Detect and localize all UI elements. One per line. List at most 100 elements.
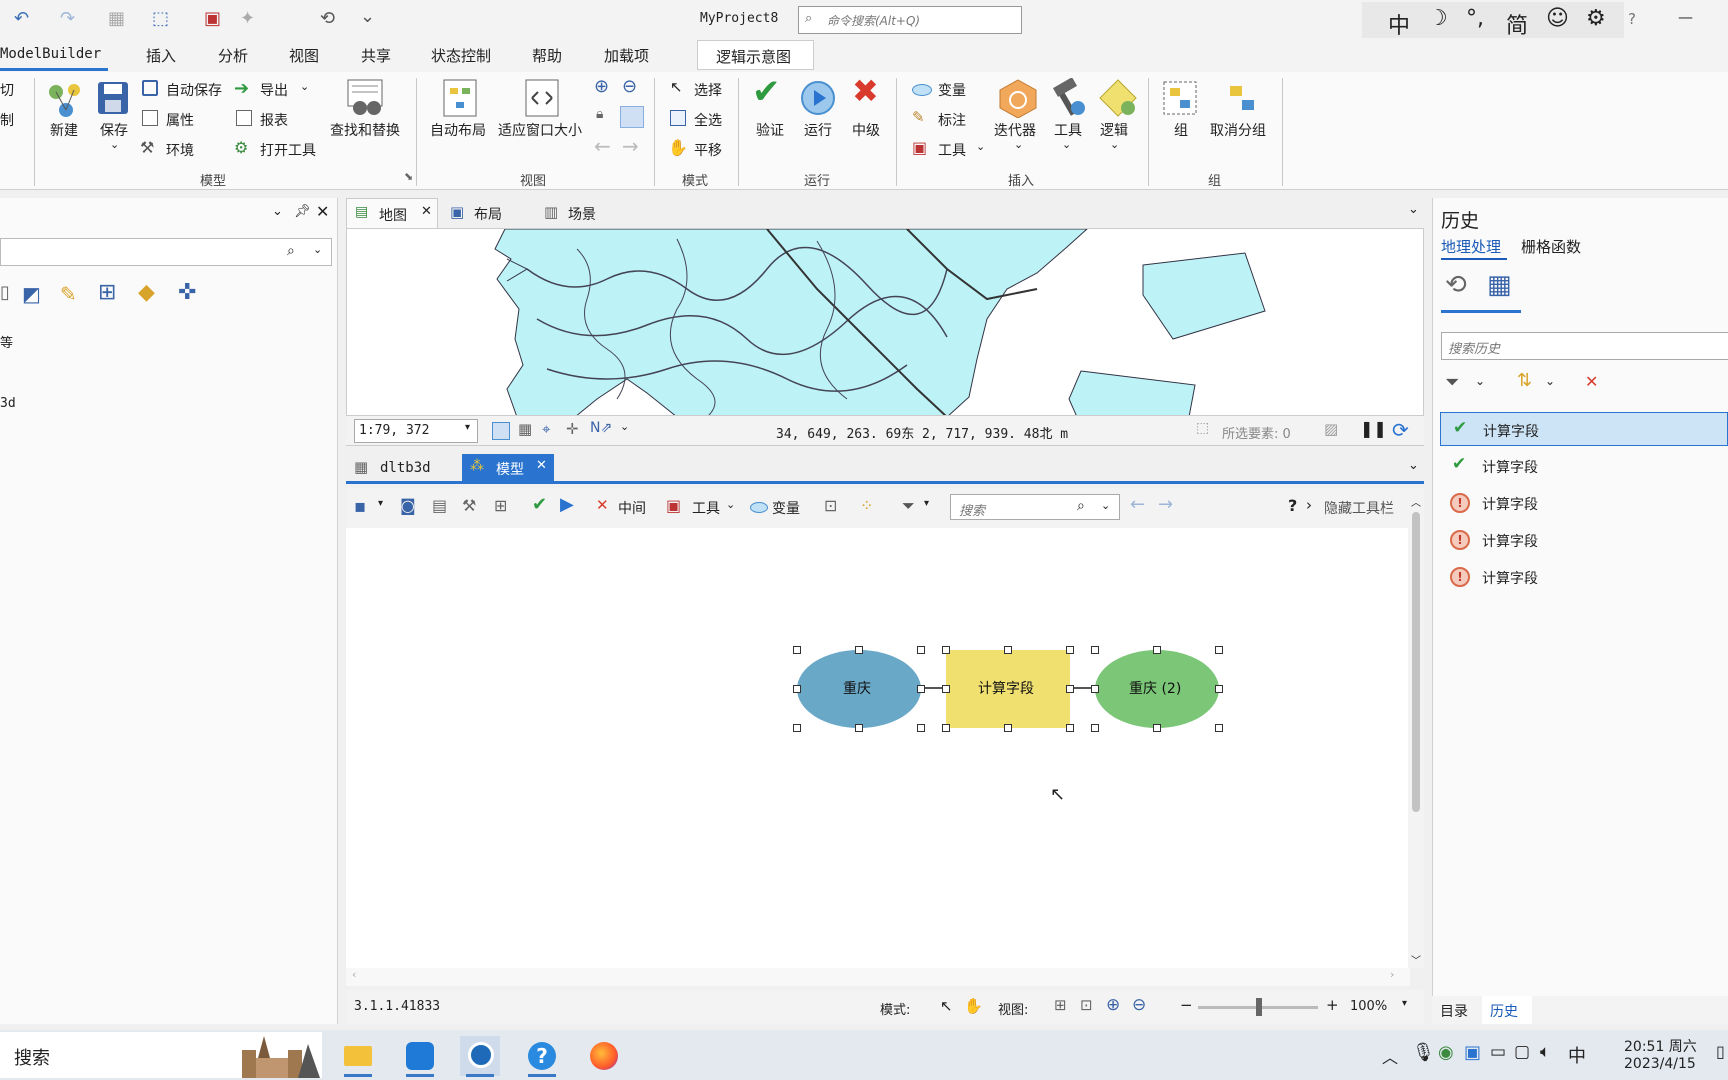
- pencil-icon[interactable]: ✎: [60, 282, 77, 306]
- select-all-button[interactable]: 全选: [694, 110, 722, 130]
- selection-handle[interactable]: [1091, 646, 1099, 654]
- selection-handle[interactable]: [917, 646, 925, 654]
- shape-edit-icon[interactable]: ◩: [22, 282, 41, 306]
- scroll-left-icon[interactable]: ‹: [352, 968, 356, 981]
- ime-punct[interactable]: °,: [1466, 6, 1484, 31]
- selection-handle[interactable]: [1004, 646, 1012, 654]
- back-arrow-icon[interactable]: ←: [594, 134, 611, 158]
- selection-handle[interactable]: [1215, 685, 1223, 693]
- selection-handle[interactable]: [1091, 724, 1099, 732]
- tray-chevron-up-icon[interactable]: ︿: [1382, 1044, 1398, 1068]
- selection-handle[interactable]: [793, 646, 801, 654]
- tab-map[interactable]: ▤ 地图 ✕: [346, 198, 438, 228]
- selection-handle[interactable]: [1066, 685, 1074, 693]
- undo-icon[interactable]: ↶: [14, 8, 29, 29]
- group-button[interactable]: 组: [1174, 120, 1188, 140]
- help-icon[interactable]: ?: [1288, 496, 1297, 515]
- tools-dropdown-icon[interactable]: ⌄: [976, 140, 985, 153]
- pause-icon[interactable]: ❚❚: [1360, 419, 1387, 438]
- microphone-icon[interactable]: 🎙︎: [1412, 1042, 1435, 1063]
- add-grid-icon[interactable]: ⊞: [98, 280, 116, 305]
- logic-icon[interactable]: [1098, 78, 1138, 118]
- history-item[interactable]: ! 计算字段: [1440, 560, 1728, 594]
- table-icon[interactable]: ▦: [518, 420, 532, 438]
- tab-history-active[interactable]: 历史: [1482, 996, 1532, 1024]
- help-app-icon[interactable]: ?: [522, 1036, 562, 1077]
- history-item[interactable]: ! 计算字段: [1440, 523, 1728, 557]
- node-output-chongqing-2[interactable]: 重庆 (2): [1095, 650, 1219, 728]
- filter-dropdown-icon[interactable]: ▾: [924, 498, 929, 509]
- close-tab-icon[interactable]: ✕: [536, 458, 547, 473]
- map-tabs-chevron-icon[interactable]: ⌄: [1408, 202, 1419, 217]
- model-group-launcher-icon[interactable]: ⬊: [404, 170, 413, 183]
- tools-dropdown-icon[interactable]: ⌄: [726, 498, 735, 511]
- satellite-icon[interactable]: ✜: [178, 280, 196, 305]
- tab-schematic[interactable]: 逻辑示意图: [697, 40, 814, 70]
- sort-icon[interactable]: ⇅: [1517, 370, 1532, 391]
- run-button[interactable]: 运行: [804, 120, 832, 140]
- close-pane-icon[interactable]: ✕: [316, 202, 329, 221]
- volume-icon[interactable]: 🔈︎: [1540, 1042, 1550, 1062]
- tab-raster-functions[interactable]: 栅格函数: [1521, 236, 1581, 257]
- selection-handle[interactable]: [942, 724, 950, 732]
- battery-icon[interactable]: ▭: [1490, 1042, 1506, 1062]
- tab-help[interactable]: 帮助: [532, 45, 562, 66]
- left-item-1[interactable]: 等: [0, 332, 13, 351]
- stop-x-icon[interactable]: ✖: [852, 72, 879, 110]
- ungroup-icon[interactable]: [1224, 80, 1260, 116]
- filter-dropdown-icon[interactable]: ⌄: [1475, 374, 1485, 388]
- model-horizontal-scrollbar[interactable]: ‹ ›: [346, 968, 1410, 986]
- validate-check-icon[interactable]: ✔: [752, 72, 781, 112]
- nav-dropdown-icon[interactable]: ⌄: [620, 420, 629, 433]
- selection-handle[interactable]: [1066, 724, 1074, 732]
- hammer-icon[interactable]: ⚒: [462, 496, 476, 515]
- ime-emoji[interactable]: ☺: [1546, 6, 1569, 31]
- tab-catalog[interactable]: 目录: [1440, 1001, 1468, 1021]
- fit-window-button[interactable]: 适应窗口大小: [498, 120, 582, 140]
- selection-handle[interactable]: [942, 646, 950, 654]
- select-icon[interactable]: ⬚: [152, 8, 169, 29]
- history-search-input[interactable]: 搜索历史: [1441, 332, 1728, 360]
- zoom-plus-icon[interactable]: +: [1326, 996, 1339, 1014]
- auto-layout-icon[interactable]: [442, 78, 478, 118]
- auto-layout-icon[interactable]: ⊞: [1054, 996, 1067, 1014]
- group-icon[interactable]: [1162, 80, 1198, 116]
- node-process-calculate-field[interactable]: 计算字段: [946, 650, 1070, 728]
- coords-dropdown-icon[interactable]: ⌄: [1042, 421, 1051, 434]
- find-replace-button[interactable]: 查找和替换: [330, 120, 400, 140]
- tag-icon[interactable]: ◆: [138, 280, 155, 305]
- save-icon[interactable]: [96, 80, 130, 116]
- sort-dropdown-icon[interactable]: ⌄: [1545, 374, 1555, 388]
- report-icon[interactable]: ▤: [432, 496, 447, 515]
- fit-window-icon[interactable]: [524, 78, 560, 118]
- new-model-button[interactable]: 新建: [50, 120, 78, 140]
- intermediate-button[interactable]: 中级: [852, 120, 880, 140]
- calendar-icon[interactable]: ▦: [1487, 270, 1512, 300]
- ungroup-icon[interactable]: ⁘: [860, 496, 873, 515]
- forward-arrow-icon[interactable]: →: [622, 134, 639, 158]
- history-item[interactable]: ✔ 计算字段: [1440, 449, 1728, 483]
- selection-handle[interactable]: [1215, 646, 1223, 654]
- tab-scene[interactable]: 场景: [568, 204, 596, 224]
- zoom-in-icon[interactable]: ⊕: [594, 76, 609, 97]
- clock-time[interactable]: 20:51 周六: [1624, 1036, 1697, 1056]
- selection-handle[interactable]: [793, 685, 801, 693]
- tab-model[interactable]: ⁂ 模型 ✕: [462, 454, 554, 482]
- variable-button[interactable]: 变量: [938, 80, 966, 100]
- zoom-level[interactable]: 100%: [1350, 999, 1387, 1014]
- tab-analysis[interactable]: 分析: [218, 45, 248, 66]
- select-cursor-icon[interactable]: ↖: [940, 997, 953, 1015]
- selection-handle[interactable]: [1153, 724, 1161, 732]
- save-dropdown-icon[interactable]: ▾: [378, 498, 383, 509]
- tray-app-icon[interactable]: ◉: [1438, 1042, 1454, 1063]
- zoom-slider-thumb[interactable]: [1256, 998, 1262, 1016]
- logic-dropdown-icon[interactable]: ⌄: [1110, 138, 1119, 151]
- network-icon[interactable]: ▢: [1514, 1042, 1530, 1062]
- model-canvas[interactable]: 重庆 计算字段 重庆 (2) ↖: [346, 528, 1410, 968]
- iterator-button[interactable]: 迭代器: [994, 120, 1036, 140]
- tab-share[interactable]: 共享: [361, 45, 391, 66]
- clear-x-icon[interactable]: ✕: [1585, 372, 1598, 391]
- selection-handle[interactable]: [942, 685, 950, 693]
- scroll-thumb[interactable]: [1412, 512, 1420, 812]
- auto-layout-button[interactable]: 自动布局: [430, 120, 486, 140]
